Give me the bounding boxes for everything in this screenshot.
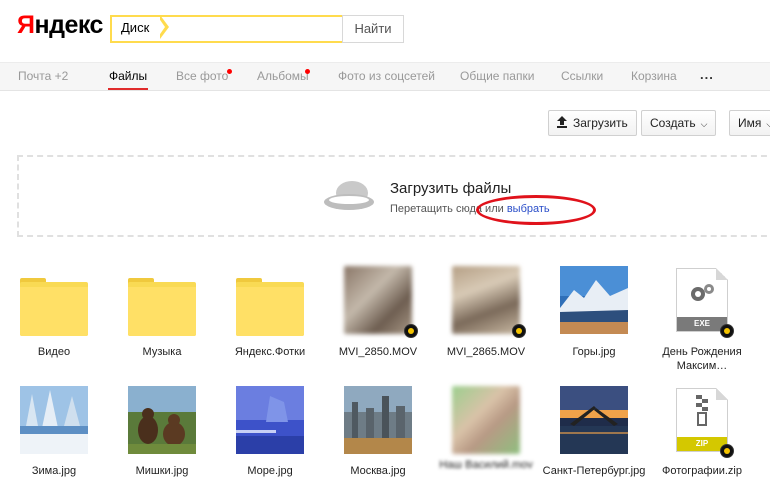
file-name: Музыка bbox=[142, 346, 182, 358]
file-tile-yandex-photos-folder[interactable]: Яндекс.Фотки bbox=[216, 266, 324, 376]
video-thumbnail bbox=[452, 386, 520, 454]
folder-icon bbox=[20, 268, 88, 336]
file-tile-winter[interactable]: Зима.jpg bbox=[0, 386, 108, 496]
file-badge-icon bbox=[720, 324, 734, 338]
file-tile-bears[interactable]: Мишки.jpg bbox=[108, 386, 216, 496]
search-button[interactable]: Найти bbox=[342, 15, 404, 43]
image-thumbnail bbox=[236, 386, 304, 454]
file-tile-sea[interactable]: Море.jpg bbox=[216, 386, 324, 496]
nav-item-all-photos[interactable]: Все фото bbox=[176, 63, 228, 91]
nav-item-mail[interactable]: Почта +2 bbox=[18, 63, 68, 91]
video-thumbnail bbox=[452, 266, 520, 334]
chevron-down-icon: ⌵ bbox=[700, 119, 708, 129]
file-name: Москва.jpg bbox=[350, 465, 406, 477]
chevron-down-icon: ⌵ bbox=[766, 119, 770, 129]
highlight-oval bbox=[476, 195, 596, 225]
yandex-logo[interactable]: Яндекс bbox=[17, 11, 103, 40]
file-tile-mvi-2850[interactable]: MVI_2850.MOV bbox=[324, 266, 432, 376]
file-name: Видео bbox=[37, 346, 71, 358]
nav-dot-albums bbox=[305, 69, 310, 74]
nav-item-files[interactable]: Файлы bbox=[107, 63, 149, 91]
folder-icon bbox=[128, 268, 196, 336]
file-tile-video-folder[interactable]: Видео bbox=[0, 266, 108, 376]
create-label: Создать bbox=[650, 116, 696, 130]
search-input[interactable] bbox=[172, 17, 340, 39]
service-nav: Почта +2 Файлы Все фото Альбомы Фото из … bbox=[0, 62, 770, 91]
file-tile-birthday-exe[interactable]: EXE День Рождения Максим… bbox=[648, 266, 756, 376]
nav-dot-all-photos bbox=[227, 69, 232, 74]
file-name: День Рождения Максим… bbox=[662, 346, 742, 372]
file-name: MVI_2850.MOV bbox=[338, 346, 418, 358]
nav-item-social-photos[interactable]: Фото из соцсетей bbox=[338, 63, 435, 91]
image-thumbnail bbox=[128, 386, 196, 454]
upload-label: Загрузить bbox=[573, 116, 628, 130]
file-name: Наш Василий.mov bbox=[439, 459, 533, 471]
zipper-icon bbox=[696, 395, 708, 426]
file-name: Санкт-Петербург.jpg bbox=[542, 465, 646, 477]
search-tag-arrow-inner bbox=[158, 17, 165, 37]
upload-dropzone[interactable]: Загрузить файлы Перетащить сюда или выбр… bbox=[17, 155, 770, 237]
image-thumbnail bbox=[560, 266, 628, 334]
video-thumbnail bbox=[344, 266, 412, 334]
file-name: Горы.jpg bbox=[572, 346, 616, 358]
file-name: Море.jpg bbox=[247, 465, 293, 477]
logo-first-letter: Я bbox=[17, 11, 35, 39]
saucer-cloud-icon bbox=[324, 181, 374, 210]
search-bar: Диск Найти bbox=[110, 15, 404, 43]
file-tile-spb[interactable]: Санкт-Петербург.jpg bbox=[540, 386, 648, 496]
nav-item-links[interactable]: Ссылки bbox=[561, 63, 603, 91]
upload-button[interactable]: Загрузить bbox=[548, 110, 637, 136]
folder-icon bbox=[236, 268, 304, 336]
file-tile-music-folder[interactable]: Музыка bbox=[108, 266, 216, 376]
file-name: Фотографии.zip bbox=[662, 465, 742, 477]
file-tile-vasily-mov[interactable]: Наш Василий.mov bbox=[432, 386, 540, 496]
file-name: Зима.jpg bbox=[31, 465, 77, 477]
file-tile-mvi-2865[interactable]: MVI_2865.MOV bbox=[432, 266, 540, 376]
file-name: MVI_2865.MOV bbox=[446, 346, 526, 358]
nav-item-trash[interactable]: Корзина bbox=[631, 63, 677, 91]
nav-item-albums[interactable]: Альбомы bbox=[257, 63, 309, 91]
video-badge-icon bbox=[512, 324, 526, 338]
create-button[interactable]: Создать ⌵ bbox=[641, 110, 717, 136]
nav-item-shared-folders[interactable]: Общие папки bbox=[460, 63, 534, 91]
file-name: Яндекс.Фотки bbox=[234, 346, 306, 358]
sort-label: Имя bbox=[738, 116, 762, 130]
image-thumbnail bbox=[344, 386, 412, 454]
image-thumbnail bbox=[20, 386, 88, 454]
nav-more-button[interactable]: ... bbox=[700, 63, 714, 87]
file-name: Мишки.jpg bbox=[135, 465, 189, 477]
file-tile-moscow[interactable]: Москва.jpg bbox=[324, 386, 432, 496]
sort-button[interactable]: Имя ⌵ bbox=[729, 110, 770, 136]
file-tile-photos-zip[interactable]: ZIP Фотографии.zip bbox=[648, 386, 756, 496]
upload-icon bbox=[557, 116, 567, 128]
search-service-tag: Диск bbox=[112, 17, 158, 39]
gears-icon bbox=[691, 284, 714, 301]
file-badge-icon bbox=[720, 444, 734, 458]
image-thumbnail bbox=[560, 386, 628, 454]
logo-rest: ндекс bbox=[34, 11, 103, 39]
video-badge-icon bbox=[404, 324, 418, 338]
dropzone-title: Загрузить файлы bbox=[390, 180, 512, 197]
file-tile-mountains[interactable]: Горы.jpg bbox=[540, 266, 648, 376]
